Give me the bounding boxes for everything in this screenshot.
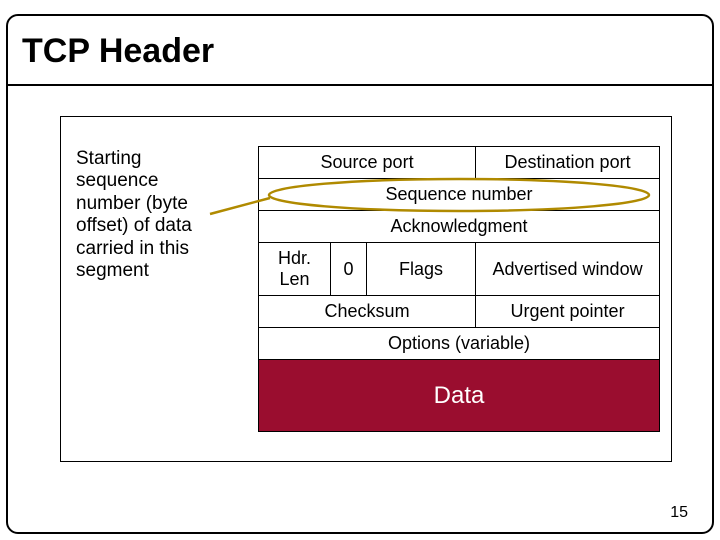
cell-options: Options (variable) [259, 328, 660, 360]
table-row: Acknowledgment [259, 211, 660, 243]
table-row: Checksum Urgent pointer [259, 296, 660, 328]
cell-source-port: Source port [259, 147, 476, 179]
cell-hdrlen: Hdr. Len [259, 243, 331, 296]
table-row: Data [259, 360, 660, 432]
cell-data: Data [259, 360, 660, 432]
cell-destination-port: Destination port [476, 147, 660, 179]
cell-adv-window: Advertised window [476, 243, 660, 296]
cell-flags: Flags [367, 243, 476, 296]
table-row: Sequence number [259, 179, 660, 211]
page-number: 15 [670, 504, 688, 522]
title-divider [8, 84, 712, 86]
table-row: Options (variable) [259, 328, 660, 360]
tcp-header-table: Source port Destination port Sequence nu… [258, 146, 660, 432]
cell-urgent-pointer: Urgent pointer [476, 296, 660, 328]
table-row: Source port Destination port [259, 147, 660, 179]
cell-sequence-number: Sequence number [259, 179, 660, 211]
table-row: Hdr. Len 0 Flags Advertised window [259, 243, 660, 296]
annotation-text: Starting sequence number (byte offset) o… [76, 148, 226, 282]
slide-title: TCP Header [22, 32, 214, 71]
cell-checksum: Checksum [259, 296, 476, 328]
cell-reserved: 0 [331, 243, 367, 296]
cell-acknowledgment: Acknowledgment [259, 211, 660, 243]
